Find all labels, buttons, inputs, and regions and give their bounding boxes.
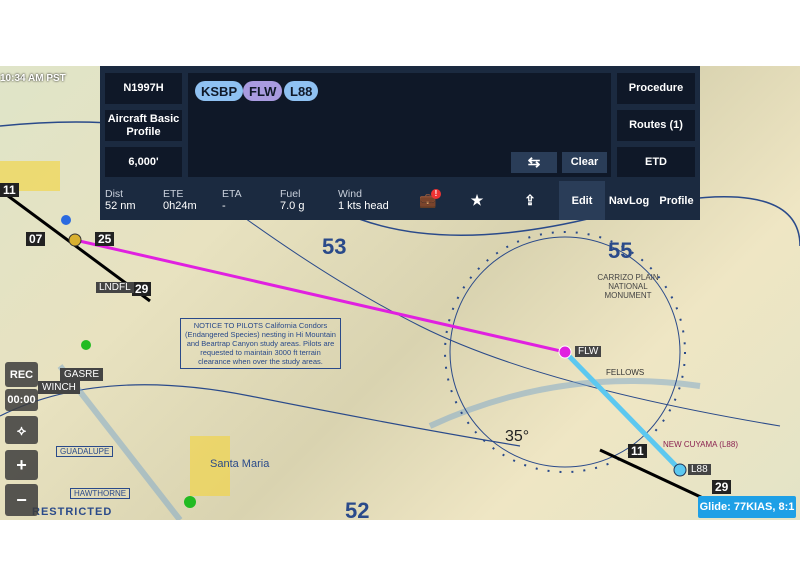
waypoint-label-flw: FLW bbox=[575, 346, 602, 357]
runway-label: 25 bbox=[95, 232, 115, 246]
share-icon: ⇪ bbox=[524, 192, 536, 208]
stat-ete: ETE 0h24m bbox=[163, 188, 197, 212]
city-label: Santa Maria bbox=[210, 458, 270, 470]
route-tool-button[interactable]: ⟡ bbox=[5, 416, 38, 444]
stat-wind: Wind 1 kts head bbox=[338, 188, 389, 212]
tab-navlog[interactable]: NavLog bbox=[605, 181, 653, 220]
star-icon: ★ bbox=[470, 192, 484, 208]
notice-to-pilots: NOTICE TO PILOTS California Condors (End… bbox=[180, 318, 341, 369]
alert-badge: ! bbox=[431, 189, 441, 199]
tab-profile[interactable]: Profile bbox=[653, 181, 700, 220]
waypoint-flw bbox=[558, 345, 572, 359]
runway-label: 11 bbox=[0, 183, 19, 197]
swap-arrows-icon: ⇆ bbox=[527, 154, 541, 171]
runway-label: 29 bbox=[712, 480, 732, 494]
procedure-button[interactable]: Procedure bbox=[617, 73, 695, 104]
altitude-button[interactable]: 6,000' bbox=[105, 147, 182, 177]
runway-label: 29 bbox=[132, 282, 152, 296]
vor-label: HAWTHORNE bbox=[70, 488, 131, 499]
runway-label: 11 bbox=[628, 444, 647, 458]
flight-plan-panel: N1997H Aircraft Basic Profile 6,000' KSB… bbox=[100, 66, 700, 220]
mef-label: 55 bbox=[608, 238, 633, 263]
etd-button[interactable]: ETD bbox=[617, 147, 695, 177]
waypoint-label-gasre: GASRE bbox=[60, 368, 104, 381]
waypoint-l88 bbox=[673, 463, 687, 477]
vor-label: GUADALUPE bbox=[56, 446, 114, 457]
waypoint-label-lndfl: LNDFL bbox=[96, 282, 134, 293]
stat-eta: ETA - bbox=[222, 188, 242, 212]
waypoint-ksbp bbox=[68, 233, 82, 247]
glide-info-label: Glide: 77KIAS, 8:1 bbox=[698, 496, 796, 518]
tab-edit[interactable]: Edit bbox=[559, 181, 605, 220]
ownship bbox=[61, 215, 71, 225]
record-button[interactable]: REC bbox=[5, 362, 38, 387]
favorite-button[interactable]: ★ bbox=[460, 181, 494, 220]
mef-label: 53 bbox=[322, 234, 347, 259]
clear-button[interactable]: Clear bbox=[562, 152, 607, 173]
aircraft-button[interactable]: N1997H bbox=[105, 73, 182, 104]
route-chip-ksbp[interactable]: KSBP bbox=[195, 81, 244, 101]
airport-label: NEW CUYAMA (L88) bbox=[663, 440, 738, 449]
time-label: 10:34 AM PST bbox=[0, 73, 66, 84]
record-timer: 00:00 bbox=[5, 389, 38, 411]
restricted-area-label: RESTRICTED bbox=[32, 506, 113, 518]
latitude-label: 35° bbox=[505, 428, 530, 445]
share-button[interactable]: ⇪ bbox=[513, 181, 547, 220]
runway-label: 07 bbox=[26, 232, 46, 246]
stat-dist: Dist 52 nm bbox=[105, 188, 136, 212]
stat-fuel: Fuel 7.0 g bbox=[280, 188, 305, 212]
swap-route-button[interactable]: ⇆ bbox=[511, 152, 557, 173]
waypoint-label-winch: WINCH bbox=[38, 381, 80, 394]
route-line-icon: ⟡ bbox=[16, 421, 27, 438]
zoom-in-button[interactable]: + bbox=[5, 450, 38, 480]
waypoint-label-l88: L88 bbox=[688, 464, 711, 475]
routes-button[interactable]: Routes (1) bbox=[617, 110, 695, 141]
briefcase-button[interactable]: 💼! bbox=[408, 181, 448, 220]
area-label: CARRIZO PLAIN NATIONAL MONUMENT bbox=[597, 273, 659, 300]
airport-label: FELLOWS bbox=[606, 368, 645, 377]
mef-label: 52 bbox=[345, 498, 370, 520]
route-chip-flw[interactable]: FLW bbox=[243, 81, 283, 101]
route-editor[interactable]: KSBP FLW L88 ⇆ Clear bbox=[188, 73, 611, 177]
profile-button[interactable]: Aircraft Basic Profile bbox=[105, 110, 182, 141]
zoom-out-button[interactable]: − bbox=[5, 484, 38, 516]
route-chip-l88[interactable]: L88 bbox=[284, 81, 319, 101]
